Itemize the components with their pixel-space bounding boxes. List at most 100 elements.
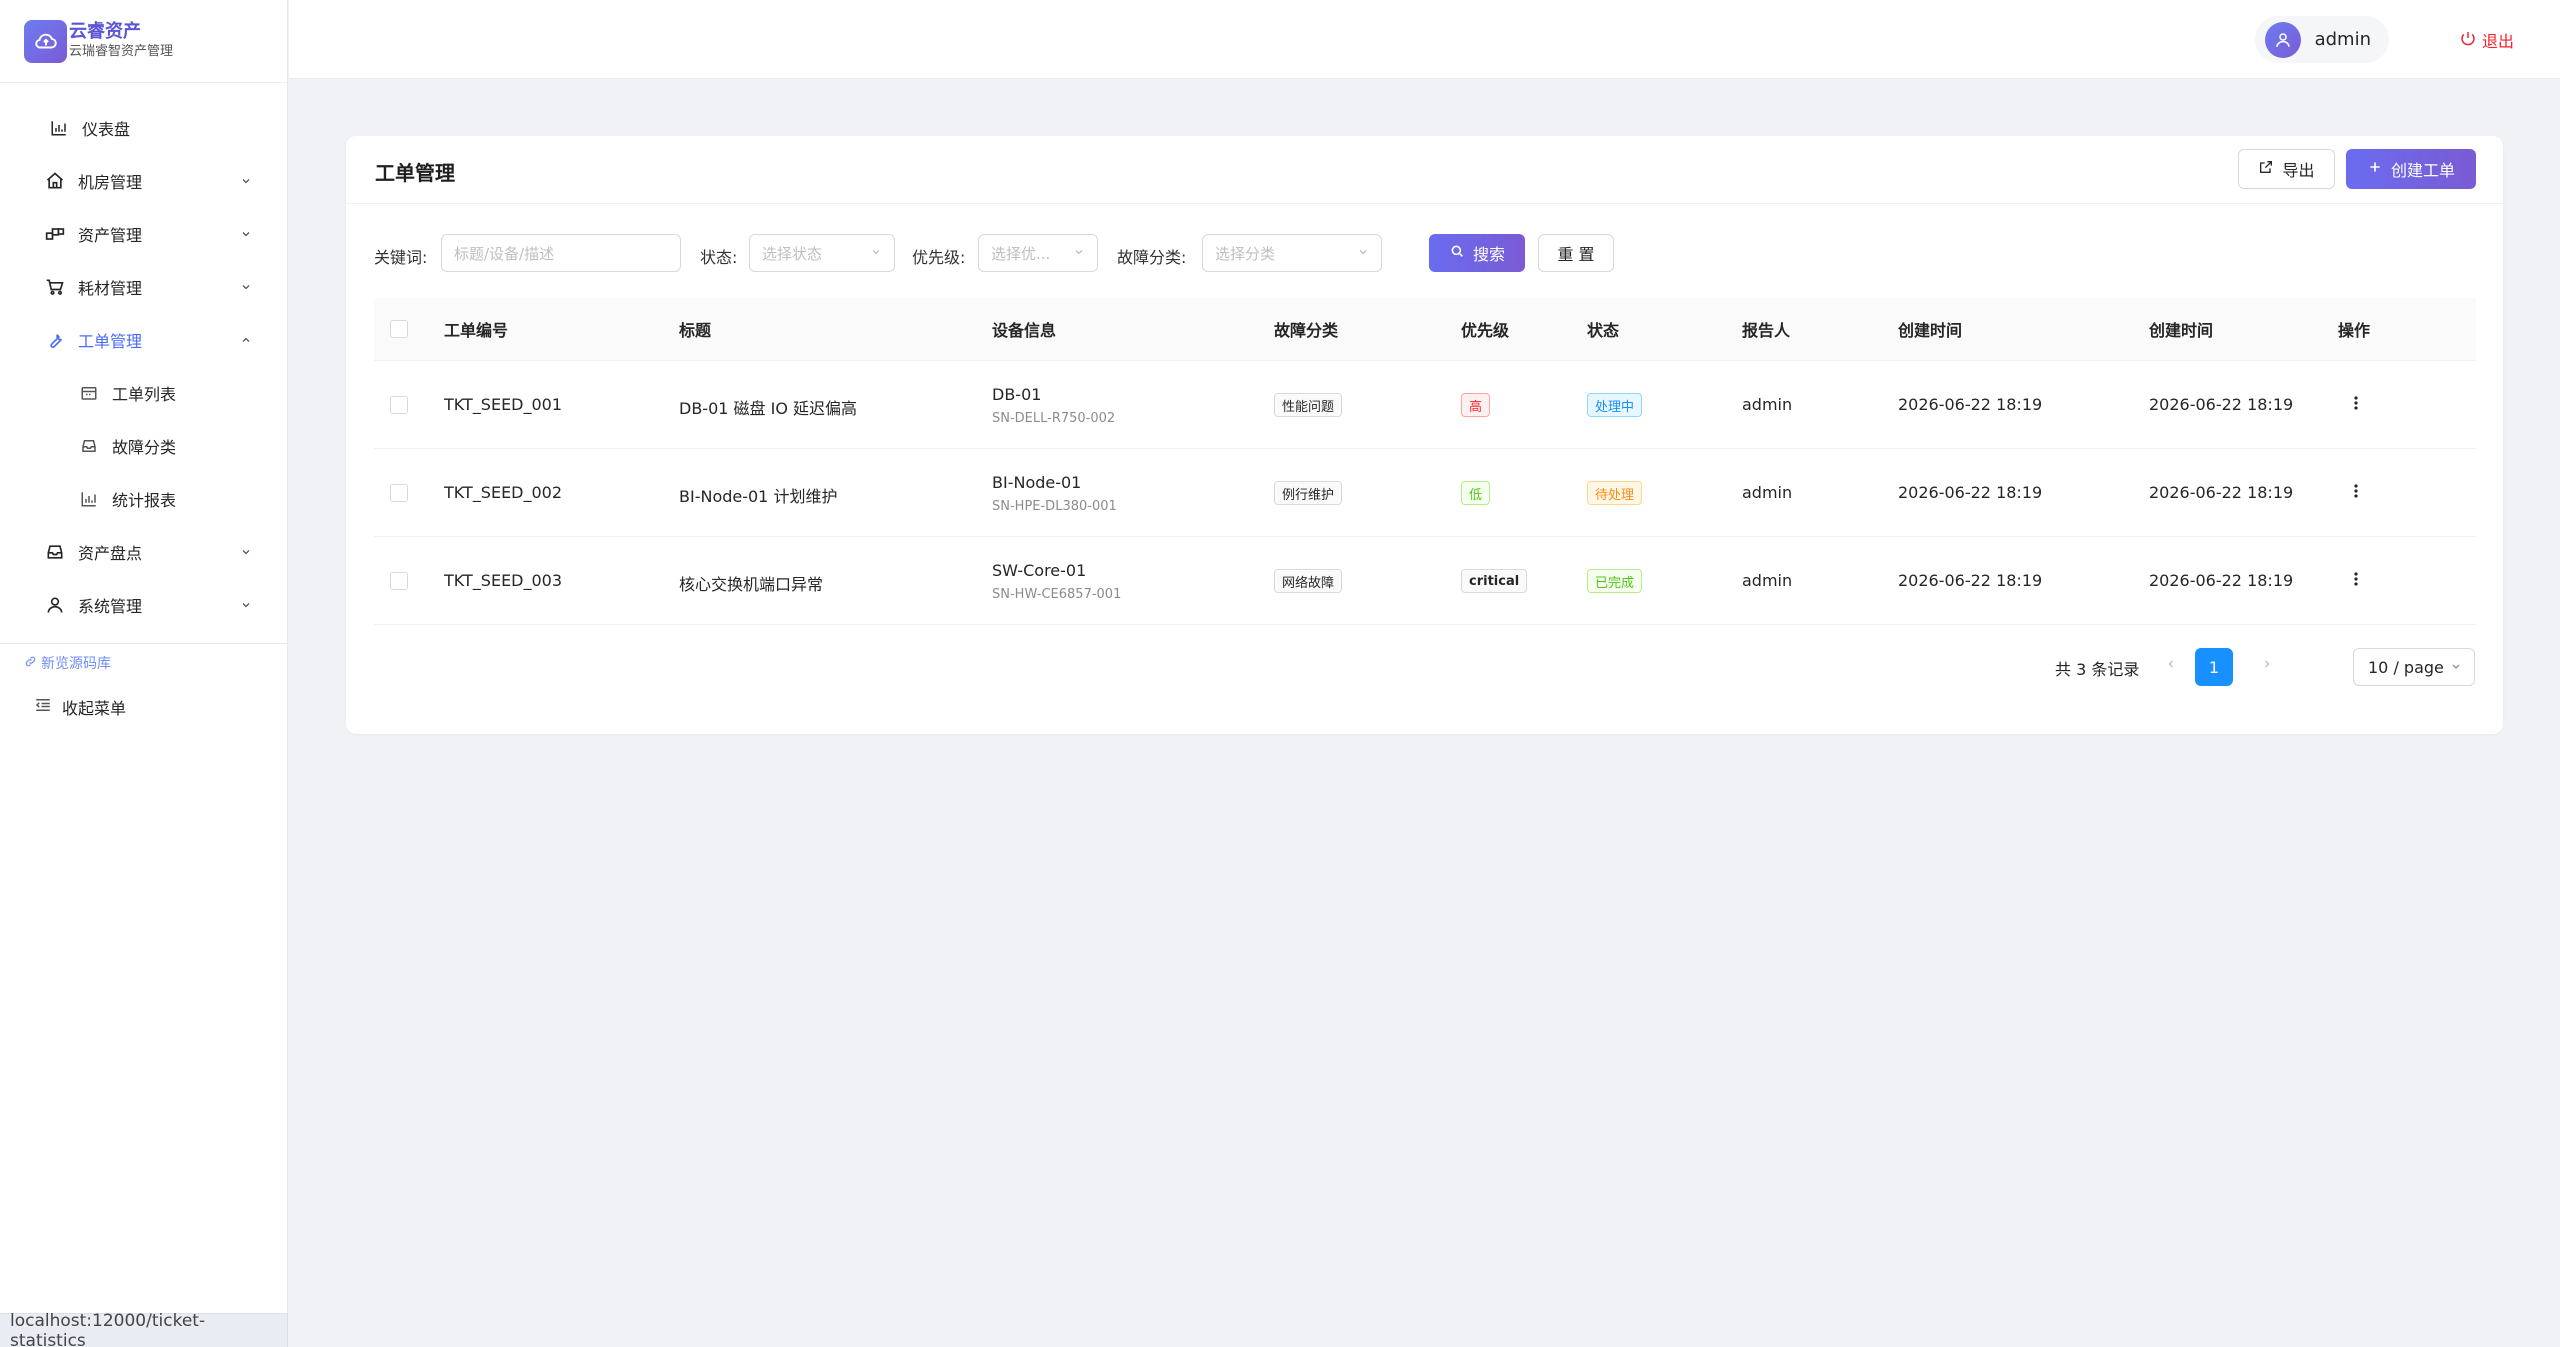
- ticket-title: DB-01 磁盘 IO 延迟偏高: [679, 399, 858, 418]
- sidebar-subitem-fault-category[interactable]: 故障分类: [0, 419, 287, 472]
- search-label: 搜索: [1472, 245, 1505, 264]
- priority-select[interactable]: 选择优...: [978, 234, 1098, 272]
- category-tag: 性能问题: [1274, 393, 1343, 417]
- bar-chart-icon: [48, 117, 70, 139]
- collapse-menu-label: 收起菜单: [62, 699, 127, 718]
- status-label: 状态:: [700, 248, 738, 267]
- keyword-placeholder: 标题/设备/描述: [454, 244, 555, 263]
- device-sn: SN-DELL-R750-002: [992, 411, 1116, 426]
- page-1-button[interactable]: 1: [2195, 648, 2233, 686]
- table-row[interactable]: TKT_SEED_001 DB-01 磁盘 IO 延迟偏高 DB-01 SN-D…: [374, 361, 2476, 449]
- page-size-select[interactable]: 10 / page: [2353, 648, 2475, 686]
- cart-icon: [44, 276, 66, 298]
- category-tag: 例行维护: [1274, 481, 1343, 505]
- search-button[interactable]: 搜索: [1429, 234, 1525, 272]
- status-placeholder: 选择状态: [762, 244, 823, 263]
- browser-status-url: localhost:12000/ticket-statistics: [0, 1311, 288, 1347]
- reset-button[interactable]: 重 置: [1538, 234, 1614, 272]
- more-actions-icon[interactable]: [2346, 569, 2366, 589]
- create-ticket-button[interactable]: 创建工单: [2346, 149, 2476, 189]
- card-header: 工单管理 导出 创建工单: [346, 136, 2503, 204]
- created-time: 2026-06-22 18:19: [1898, 483, 2043, 502]
- inbox-icon: [44, 541, 66, 563]
- sidebar-item-label: 资产盘点: [78, 543, 143, 563]
- wrench-icon: [44, 329, 66, 351]
- sidebar-item-assets[interactable]: 资产管理: [0, 207, 287, 260]
- chevron-right-icon[interactable]: [2261, 656, 2273, 676]
- column-header: 状态: [1587, 321, 1620, 340]
- more-actions-icon[interactable]: [2346, 481, 2366, 501]
- sidebar-item-label: 系统管理: [78, 596, 143, 616]
- column-header: 创建时间: [1898, 321, 1963, 340]
- status-tag: 已完成: [1587, 569, 1643, 593]
- logout-label: 退出: [2481, 32, 2514, 51]
- keyword-label: 关键词:: [374, 248, 428, 267]
- column-header: 标题: [679, 321, 712, 340]
- cluster-icon: [44, 223, 66, 245]
- priority-placeholder: 选择优...: [991, 244, 1051, 263]
- sidebar-item-label: 耗材管理: [78, 278, 143, 298]
- category-placeholder: 选择分类: [1215, 244, 1276, 263]
- sidebar-item-consumables[interactable]: 耗材管理: [0, 260, 287, 313]
- priority-tag: 高: [1461, 393, 1491, 417]
- priority-tag: critical: [1461, 569, 1528, 593]
- chevron-down-icon: [239, 174, 253, 188]
- sidebar-item-label: 统计报表: [112, 490, 177, 510]
- table-row[interactable]: TKT_SEED_003 核心交换机端口异常 SW-Core-01 SN-HW-…: [374, 537, 2476, 625]
- sidebar-item-label: 机房管理: [78, 172, 143, 192]
- sidebar-item-dashboard[interactable]: 仪表盘: [0, 101, 287, 154]
- more-actions-icon[interactable]: [2346, 393, 2366, 413]
- top-header: admin 退出: [289, 0, 2560, 79]
- filter-bar: 关键词: 标题/设备/描述 状态: 选择状态 优先级: 选择优... 故障分类:…: [374, 234, 2475, 274]
- brand-title: 云睿资产: [69, 21, 141, 42]
- select-all-checkbox[interactable]: [390, 320, 408, 338]
- reporter: admin: [1742, 395, 1793, 414]
- link-icon: [24, 655, 37, 672]
- calendar-icon: [78, 382, 100, 404]
- export-button[interactable]: 导出: [2238, 149, 2335, 189]
- category-select[interactable]: 选择分类: [1202, 234, 1382, 272]
- sidebar-subitem-statistics[interactable]: 统计报表: [0, 472, 287, 525]
- table-row[interactable]: TKT_SEED_002 BI-Node-01 计划维护 BI-Node-01 …: [374, 449, 2476, 537]
- status-select[interactable]: 选择状态: [749, 234, 895, 272]
- status-tag: 待处理: [1587, 481, 1643, 505]
- sidebar-item-inventory[interactable]: 资产盘点: [0, 525, 287, 578]
- sidebar-item-datacenter[interactable]: 机房管理: [0, 154, 287, 207]
- row-checkbox[interactable]: [390, 572, 408, 590]
- brand[interactable]: 云睿资产 云瑞睿智资产管理: [0, 0, 287, 83]
- reporter: admin: [1742, 571, 1793, 590]
- sidebar-item-system[interactable]: 系统管理: [0, 578, 287, 631]
- avatar: [2264, 21, 2301, 58]
- chevron-down-icon: [239, 280, 253, 294]
- page-title: 工单管理: [375, 161, 455, 185]
- column-header: 报告人: [1742, 321, 1791, 340]
- source-link[interactable]: 新览源码库: [0, 644, 287, 682]
- user-menu[interactable]: admin: [2254, 16, 2389, 63]
- logout-icon: [2460, 30, 2476, 50]
- sidebar-item-label: 资产管理: [78, 225, 143, 245]
- row-checkbox[interactable]: [390, 396, 408, 414]
- chevron-down-icon: [1357, 244, 1369, 262]
- keyword-input[interactable]: 标题/设备/描述: [441, 234, 681, 272]
- chevron-down-icon: [1073, 244, 1085, 262]
- device-sn: SN-HW-CE6857-001: [992, 587, 1122, 602]
- logout-button[interactable]: 退出: [2460, 28, 2514, 52]
- priority-tag: 低: [1461, 481, 1491, 505]
- pagination: 共 3 条记录 1 10 / page: [2055, 646, 2475, 686]
- pagination-total: 共 3 条记录: [2055, 660, 2140, 679]
- sidebar-item-label: 故障分类: [112, 437, 177, 457]
- reporter: admin: [1742, 483, 1793, 502]
- chevron-down-icon: [870, 244, 882, 262]
- sidebar-subitem-ticket-list[interactable]: 工单列表: [0, 366, 287, 419]
- row-checkbox[interactable]: [390, 484, 408, 502]
- home-icon: [44, 170, 66, 192]
- collapse-menu-button[interactable]: 收起菜单: [0, 682, 287, 732]
- sidebar-item-label: 仪表盘: [82, 119, 131, 139]
- device-name: DB-01: [992, 385, 1042, 404]
- column-header: 工单编号: [444, 321, 509, 340]
- ticket-card: 工单管理 导出 创建工单 关键词: 标题/设备/描述 状态: 选择状态 优先级:…: [346, 136, 2503, 734]
- sidebar-item-tickets[interactable]: 工单管理: [0, 313, 287, 366]
- chevron-up-icon: [239, 333, 253, 347]
- chevron-left-icon[interactable]: [2165, 656, 2177, 676]
- status-tag: 处理中: [1587, 393, 1643, 417]
